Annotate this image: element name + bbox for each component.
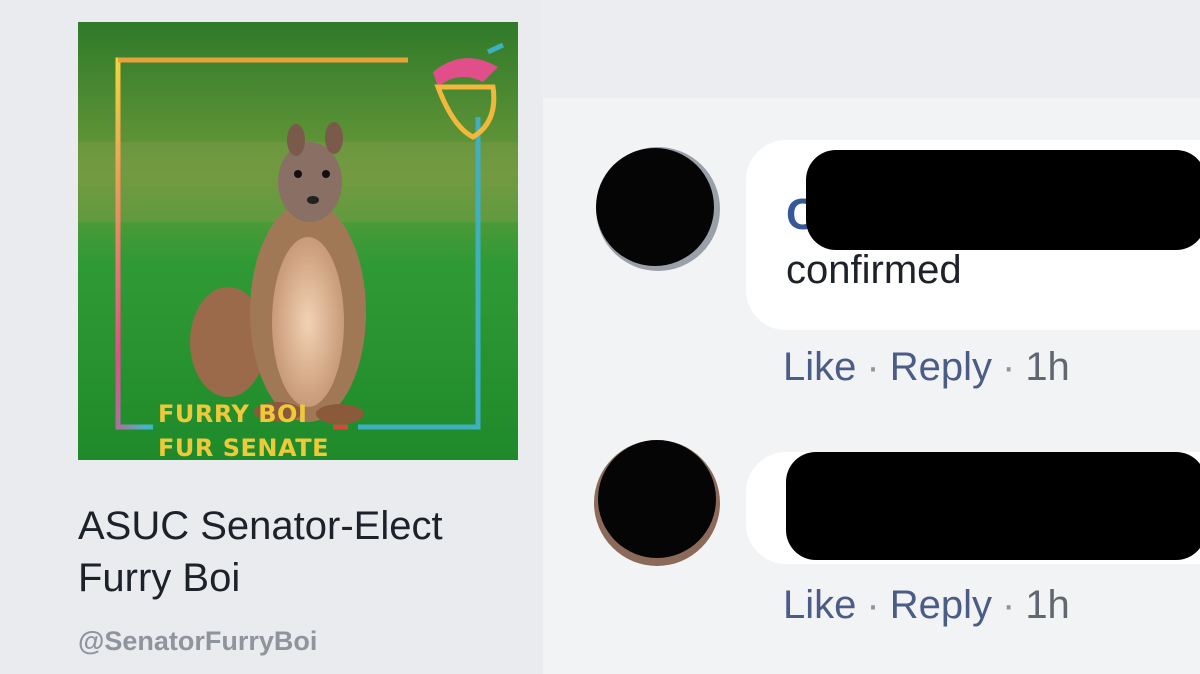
- separator: ·: [866, 583, 880, 627]
- separator: ·: [866, 345, 880, 389]
- photo-caption-line-1: FURRY BOI: [158, 400, 308, 428]
- reply-button[interactable]: Reply: [890, 583, 992, 627]
- comments-section: C confirmed Like · Reply · 1h Like · Reply · 1h: [543, 0, 1200, 674]
- redacted-name: [806, 150, 1200, 250]
- commenter-avatar[interactable]: [596, 148, 714, 266]
- comment-bubble: [746, 452, 1200, 564]
- page-name[interactable]: ASUC Senator-Elect Furry Boi: [78, 500, 498, 604]
- page-profile-photo[interactable]: FURRY BOI FUR SENATE: [78, 22, 518, 460]
- comment-actions: Like · Reply · 1h: [783, 345, 1070, 390]
- comment-bubble: C confirmed: [746, 140, 1200, 330]
- like-button[interactable]: Like: [783, 583, 856, 627]
- separator: ·: [1001, 583, 1016, 627]
- comment-text: confirmed: [786, 248, 962, 292]
- page-card: FURRY BOI FUR SENATE ASUC Senator-Elect …: [0, 0, 543, 674]
- like-button[interactable]: Like: [783, 345, 856, 389]
- comments-header-area: [543, 0, 1200, 98]
- comment-actions: Like · Reply · 1h: [783, 583, 1070, 628]
- comment-timestamp[interactable]: 1h: [1025, 583, 1070, 627]
- reply-button[interactable]: Reply: [890, 345, 992, 389]
- photo-caption: FURRY BOI FUR SENATE: [158, 397, 329, 460]
- commenter-avatar[interactable]: [598, 440, 716, 558]
- squirrel-photo: [78, 22, 518, 460]
- photo-caption-line-2: FUR SENATE: [158, 434, 329, 460]
- redacted-name: [786, 452, 1200, 560]
- comment-timestamp[interactable]: 1h: [1025, 345, 1070, 389]
- page-handle[interactable]: @SenatorFurryBoi: [78, 626, 317, 657]
- separator: ·: [1001, 345, 1016, 389]
